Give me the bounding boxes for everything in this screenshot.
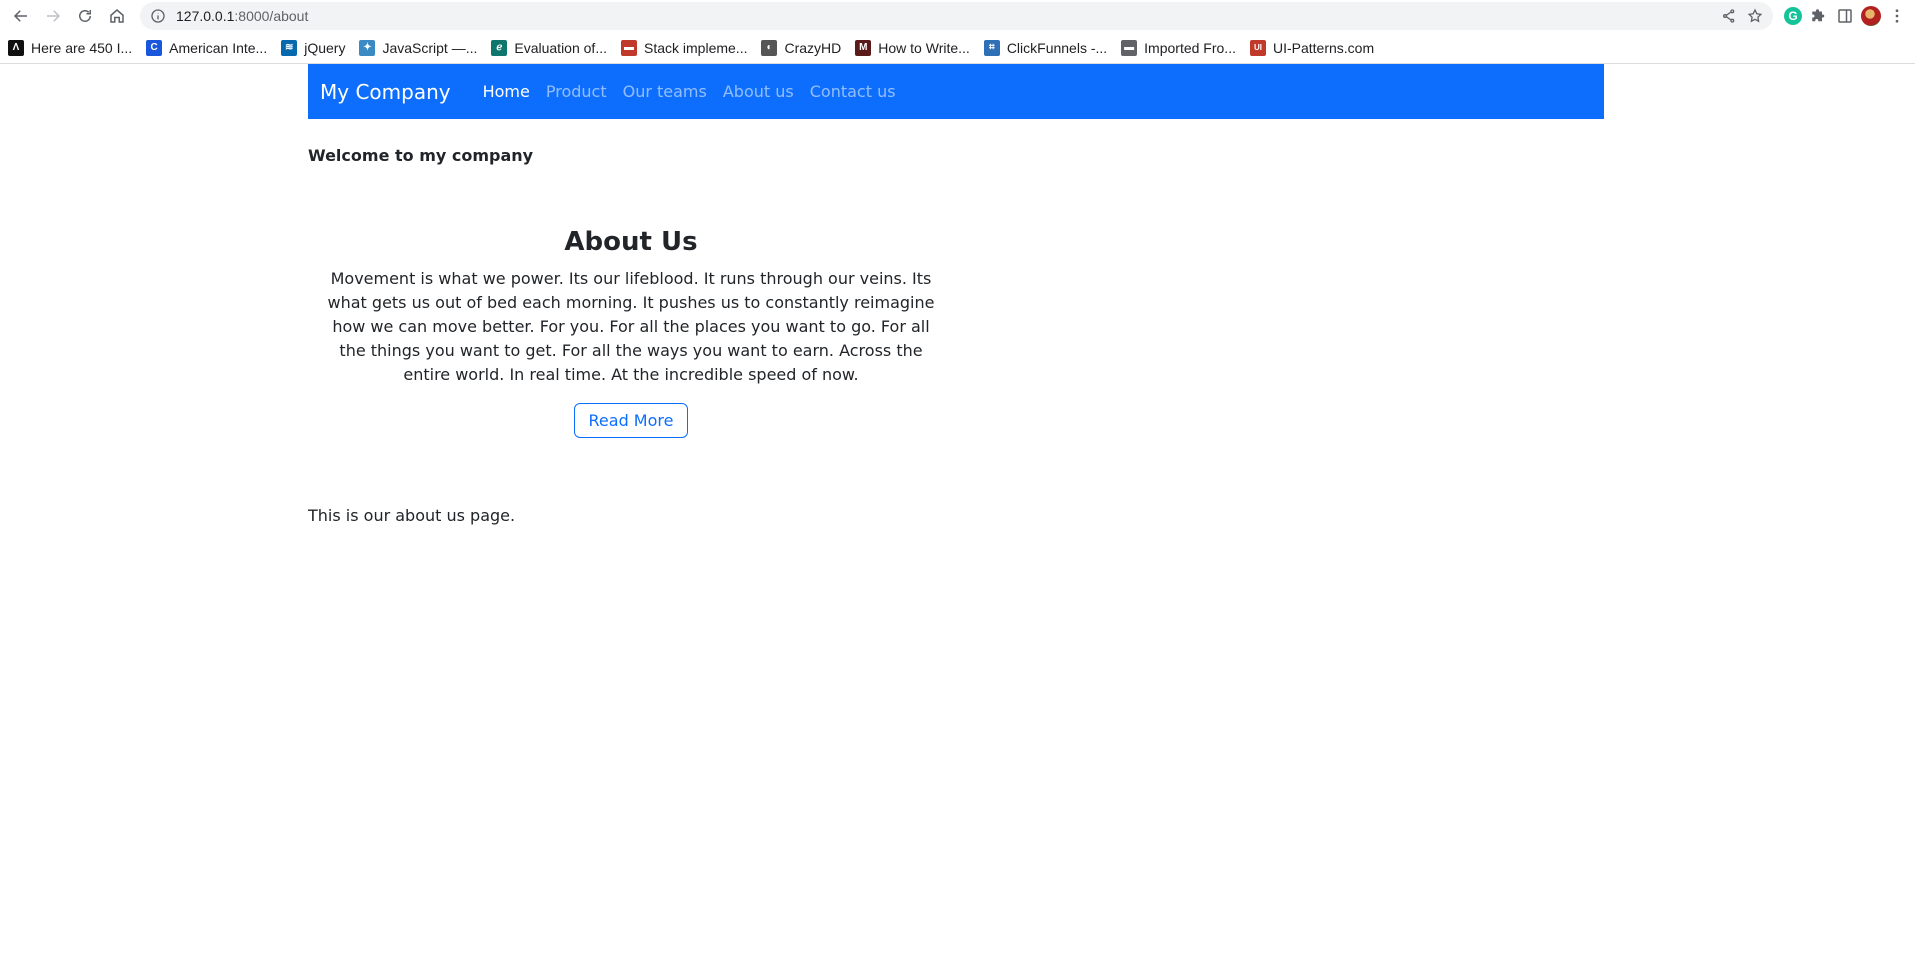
bookmark-label: American Inte...: [169, 39, 268, 56]
side-panel-icon[interactable]: [1833, 4, 1857, 28]
menu-kebab-icon[interactable]: [1885, 4, 1909, 28]
nav-links: Home Product Our teams About us Contact …: [475, 82, 904, 101]
globe-favicon: ◐: [761, 39, 778, 56]
bookmark-item[interactable]: ✦ JavaScript —...: [359, 39, 478, 56]
bookmark-label: Here are 450 I...: [31, 39, 133, 56]
page-content: My Company Home Product Our teams About …: [0, 64, 1915, 970]
url-text[interactable]: 127.0.0.1:8000/about: [176, 8, 1711, 24]
profile-avatar[interactable]: [1859, 4, 1883, 28]
about-body: Movement is what we power. Its our lifeb…: [327, 269, 935, 384]
url-host: 127.0.0.1: [176, 8, 235, 24]
puzzle-extensions-icon[interactable]: [1807, 4, 1831, 28]
address-bar[interactable]: 127.0.0.1:8000/about: [140, 2, 1773, 30]
bookmark-label: CrazyHD: [784, 39, 842, 56]
bookmark-label: UI-Patterns.com: [1272, 39, 1375, 56]
read-more-button[interactable]: Read More: [573, 403, 689, 438]
bookmark-item[interactable]: ≋ jQuery: [281, 39, 346, 56]
cup-favicon: ▬: [621, 39, 637, 56]
dark-red-favicon: M: [855, 39, 872, 56]
about-title: About Us: [564, 227, 698, 257]
nav-link-about-us[interactable]: About us: [715, 82, 802, 101]
nav-link-contact-us[interactable]: Contact us: [802, 82, 904, 101]
bookmark-item[interactable]: ℯ Evaluation of...: [491, 39, 607, 56]
bookmark-label: Imported Fro...: [1144, 39, 1236, 56]
bookmark-item[interactable]: M How to Write...: [855, 39, 970, 56]
site-navbar: My Company Home Product Our teams About …: [308, 64, 1604, 119]
navbar-brand[interactable]: My Company: [320, 80, 451, 104]
bookmark-item[interactable]: UI UI-Patterns.com: [1249, 39, 1375, 56]
bookmark-item[interactable]: ▬ Imported Fro...: [1121, 39, 1236, 56]
bookmark-item[interactable]: C American Inte...: [146, 39, 268, 56]
info-icon[interactable]: [150, 8, 166, 24]
bookmark-item[interactable]: Λ Here are 450 I...: [8, 39, 133, 56]
forward-icon[interactable]: [38, 1, 68, 31]
folder-icon: ▬: [1121, 39, 1138, 56]
clickfunnels-favicon: ⌗: [983, 39, 1000, 56]
bird-favicon: ✦: [359, 39, 376, 56]
bookmark-label: Stack impleme...: [644, 39, 748, 56]
welcome-heading: Welcome to my company: [308, 146, 534, 165]
bookmark-item[interactable]: ▬ Stack impleme...: [621, 39, 748, 56]
bookmark-label: How to Write...: [878, 39, 970, 56]
share-icon[interactable]: [1721, 8, 1737, 24]
home-icon[interactable]: [102, 1, 132, 31]
black-square-favicon: Λ: [8, 39, 24, 56]
ui-favicon: UI: [1249, 39, 1266, 56]
bookmarks-bar: Λ Here are 450 I... C American Inte... ≋ jQue…: [0, 32, 1915, 64]
nav-link-our-teams[interactable]: Our teams: [615, 82, 715, 101]
grammarly-extension-icon[interactable]: G: [1781, 4, 1805, 28]
jquery-favicon: ≋: [281, 39, 298, 56]
bookmark-label: JavaScript —...: [382, 39, 478, 56]
main-container: My Company Home Product Our teams About …: [308, 64, 1604, 525]
bookmark-label: ClickFunnels -...: [1006, 39, 1108, 56]
reload-icon[interactable]: [70, 1, 100, 31]
teal-circle-favicon: ℯ: [491, 39, 508, 56]
bookmark-item[interactable]: ◐ CrazyHD: [761, 39, 842, 56]
bookmark-label: jQuery: [304, 39, 346, 56]
bookmark-item[interactable]: ⌗ ClickFunnels -...: [983, 39, 1108, 56]
star-icon[interactable]: [1747, 8, 1763, 24]
browser-toolbar: 127.0.0.1:8000/about G: [0, 0, 1915, 32]
nav-link-home[interactable]: Home: [475, 82, 538, 101]
url-path: :8000/about: [234, 8, 309, 24]
about-page-text: This is our about us page.: [308, 506, 516, 525]
about-section: About Us Movement is what we power. Its …: [308, 227, 954, 438]
back-icon[interactable]: [6, 1, 36, 31]
c-circle-favicon: C: [146, 39, 163, 56]
bookmark-label: Evaluation of...: [514, 39, 607, 56]
nav-link-product[interactable]: Product: [538, 82, 615, 101]
